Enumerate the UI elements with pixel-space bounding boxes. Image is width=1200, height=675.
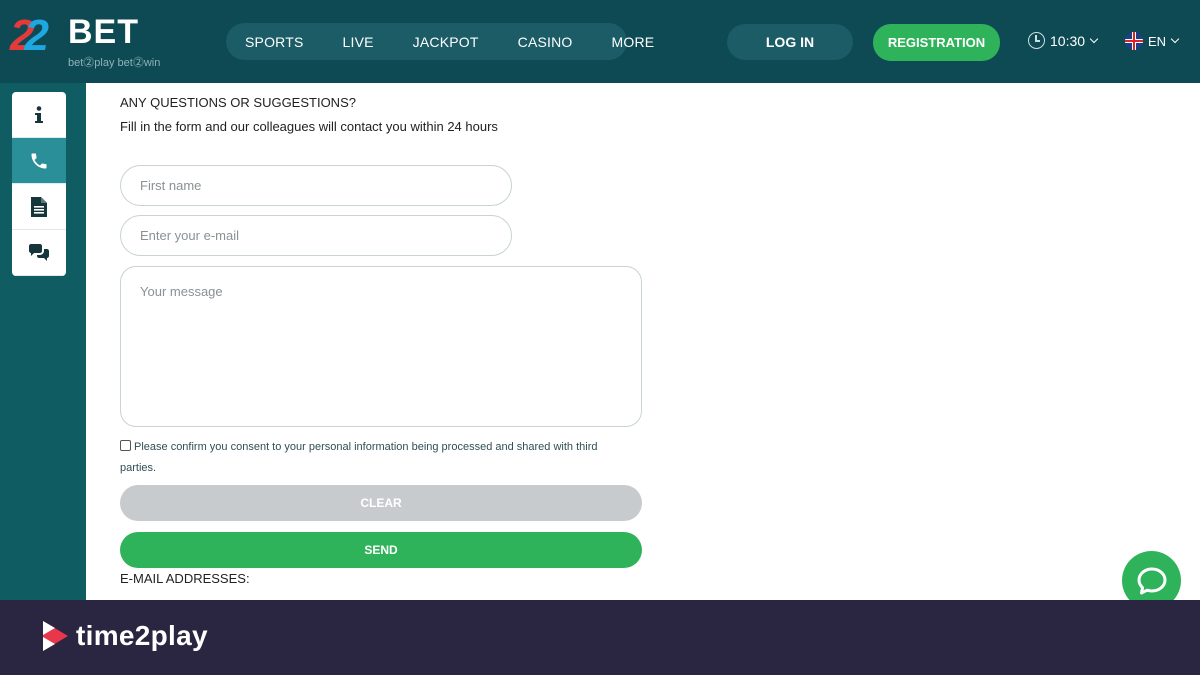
- consent-text: Please confirm you consent to your perso…: [120, 441, 598, 474]
- language-selector[interactable]: EN: [1125, 32, 1180, 50]
- sidebar-tab-info[interactable]: [12, 92, 66, 138]
- sidebar-tabs: [12, 92, 66, 276]
- chevron-down-icon: [1089, 34, 1099, 43]
- nav-item-live[interactable]: LIVE: [343, 34, 374, 50]
- logo-brand: BET: [68, 13, 139, 51]
- form-subtitle: Fill in the form and our colleagues will…: [120, 119, 498, 134]
- time-selector[interactable]: 10:30: [1028, 32, 1099, 49]
- chevron-down-icon: [1170, 34, 1180, 44]
- chat-icon: [29, 243, 49, 261]
- email-input[interactable]: [120, 215, 512, 256]
- nav-item-jackpot[interactable]: JACKPOT: [413, 34, 479, 50]
- login-button[interactable]: LOG IN: [727, 24, 853, 60]
- time-value: 10:30: [1050, 32, 1086, 49]
- sidebar-tab-documents[interactable]: [12, 184, 66, 230]
- site-logo[interactable]: 22 BET bet⓶play bet⓶win: [10, 12, 180, 72]
- main-nav: SPORTS LIVE JACKPOT CASINO MORE: [226, 23, 654, 60]
- nav-item-sports[interactable]: SPORTS: [245, 34, 304, 50]
- logo-tagline: bet⓶play bet⓶win: [68, 57, 161, 69]
- nav-item-more[interactable]: MORE: [612, 34, 655, 50]
- time2play-text: time2play: [76, 620, 208, 651]
- clear-button[interactable]: CLEAR: [120, 485, 642, 521]
- consent-row: Please confirm you consent to your perso…: [120, 437, 630, 479]
- email-addresses-title: E-MAIL ADDRESSES:: [120, 571, 250, 586]
- document-icon: [31, 196, 47, 217]
- time2play-logo: time2play: [40, 619, 208, 653]
- language-code: EN: [1148, 33, 1167, 49]
- message-textarea[interactable]: [120, 266, 642, 427]
- send-button[interactable]: SEND: [120, 532, 642, 568]
- info-icon: [35, 105, 43, 123]
- registration-button[interactable]: REGISTRATION: [873, 24, 1000, 61]
- chat-bubble-icon: [1137, 567, 1166, 594]
- sidebar-tab-phone[interactable]: [12, 138, 66, 184]
- logo-digits: 22: [10, 12, 49, 60]
- uk-flag-icon: [1125, 32, 1143, 50]
- form-title: ANY QUESTIONS OR SUGGESTIONS?: [120, 95, 356, 110]
- nav-item-casino[interactable]: CASINO: [518, 34, 573, 50]
- phone-icon: [31, 153, 47, 168]
- clock-icon: [1028, 32, 1045, 49]
- time2play-play-icon: [43, 621, 68, 651]
- top-header: 22 BET bet⓶play bet⓶win SPORTS LIVE JACK…: [0, 0, 1200, 83]
- logo-digit-blue: 2: [24, 11, 49, 60]
- first-name-input[interactable]: [120, 165, 512, 206]
- sidebar-tab-chat[interactable]: [12, 230, 66, 276]
- consent-checkbox[interactable]: [120, 440, 131, 451]
